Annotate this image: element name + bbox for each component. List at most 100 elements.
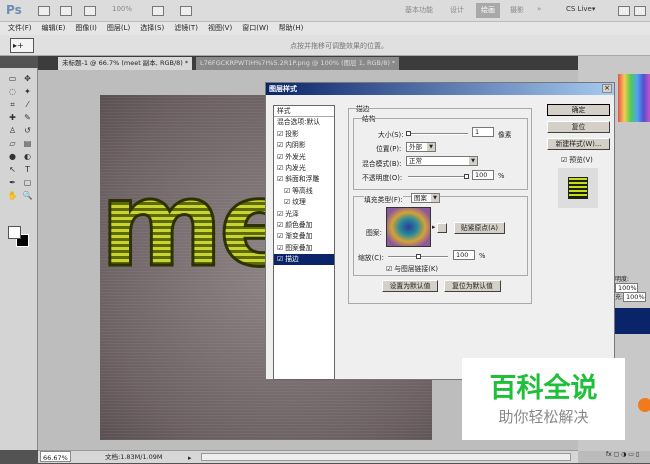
- pattern-picker[interactable]: [386, 207, 431, 247]
- cs-live-button[interactable]: CS Live▾: [566, 5, 595, 13]
- selected-layer-row[interactable]: [615, 308, 650, 334]
- tab-document-2[interactable]: L76FGCKRPWTIH%7I%5.2R1P.png @ 100% (图层 1…: [196, 57, 400, 70]
- size-slider[interactable]: [406, 131, 468, 136]
- workspace-design[interactable]: 设计: [450, 5, 464, 15]
- screen-mode-icon[interactable]: [180, 6, 192, 16]
- zoom-level-select[interactable]: 100%: [112, 5, 132, 13]
- style-item[interactable]: ☑ 外发光: [274, 152, 334, 163]
- reset-to-default-button[interactable]: 复位为默认值: [444, 280, 501, 292]
- gradient-tool-icon[interactable]: ▤: [22, 139, 33, 149]
- tab-document-1[interactable]: 未标题-1 @ 66.7% (meet 副本, RGB/8) *: [58, 57, 193, 70]
- eraser-icon[interactable]: ▱: [7, 139, 18, 149]
- position-label: 位置(P):: [376, 145, 402, 153]
- zoom-tool-icon[interactable]: 🔍: [22, 191, 33, 201]
- menu-filter[interactable]: 滤镜(T): [174, 22, 198, 35]
- style-item[interactable]: ☑ 渐变叠加: [274, 231, 334, 242]
- minimize-button[interactable]: [618, 6, 630, 16]
- menu-edit[interactable]: 编辑(E): [42, 22, 66, 35]
- style-item[interactable]: ☑ 光泽: [274, 209, 334, 220]
- fill-type-select[interactable]: 图案 ▼: [411, 193, 440, 203]
- style-item[interactable]: ☑ 颜色叠加: [274, 220, 334, 231]
- scale-input[interactable]: 100: [453, 250, 475, 260]
- menu-layer[interactable]: 图层(L): [107, 22, 130, 35]
- position-select[interactable]: 外部 ▼: [406, 142, 436, 152]
- style-item[interactable]: ☑ 投影: [274, 129, 334, 140]
- clone-stamp-icon[interactable]: ♙: [7, 126, 18, 136]
- menu-select[interactable]: 选择(S): [140, 22, 164, 35]
- path-select-icon[interactable]: ↖: [7, 165, 18, 175]
- opacity-input[interactable]: 100: [472, 170, 494, 180]
- pen-tool-icon[interactable]: ✒: [7, 178, 18, 188]
- move-tool-icon[interactable]: ✥: [22, 74, 33, 84]
- style-item-label: 渐变叠加: [285, 232, 313, 241]
- more-workspaces-button[interactable]: »: [537, 5, 541, 13]
- feedback-badge-icon[interactable]: [638, 398, 650, 412]
- menu-image[interactable]: 图像(I): [75, 22, 97, 35]
- layer-fill-field[interactable]: 100%: [623, 292, 646, 302]
- styles-header[interactable]: 样式: [274, 106, 334, 118]
- snap-to-origin-button[interactable]: 贴紧原点(A): [454, 222, 505, 234]
- style-preview: [558, 168, 598, 208]
- bridge-icon[interactable]: [38, 6, 50, 16]
- tool-preset-picker[interactable]: ▸+: [10, 38, 34, 53]
- workspace-photography[interactable]: 摄影: [510, 5, 524, 15]
- marquee-tool-icon[interactable]: ▭: [7, 74, 18, 84]
- status-menu-arrow-icon[interactable]: ▸: [188, 452, 192, 464]
- style-item[interactable]: ☑ 等高线: [274, 186, 334, 197]
- reset-button[interactable]: 复位: [547, 121, 610, 133]
- style-item[interactable]: ☑ 内发光: [274, 163, 334, 174]
- arrange-documents-icon[interactable]: [152, 6, 164, 16]
- new-style-button[interactable]: 新建样式(W)...: [547, 138, 610, 150]
- menu-file[interactable]: 文件(F): [8, 22, 32, 35]
- workspace-essentials[interactable]: 基本功能: [405, 5, 433, 15]
- ok-button[interactable]: 确定: [547, 104, 610, 116]
- style-item[interactable]: ☑ 图案叠加: [274, 243, 334, 254]
- style-item[interactable]: ☑ 描边: [274, 254, 334, 266]
- style-item[interactable]: ☑ 纹理: [274, 197, 334, 208]
- crop-tool-icon[interactable]: ⌗: [7, 100, 18, 110]
- make-default-button[interactable]: 设置为默认值: [382, 280, 438, 292]
- minibridge-icon[interactable]: [60, 6, 72, 16]
- blur-tool-icon[interactable]: ●: [7, 152, 18, 162]
- fx-icon[interactable]: fx ▢ ◑ ▭ ▯: [606, 451, 639, 458]
- view-extras-icon[interactable]: [84, 6, 96, 16]
- link-with-layer-checkbox[interactable]: ☑ 与图层链接(K): [386, 263, 438, 273]
- type-tool-icon[interactable]: T: [22, 165, 33, 175]
- menu-help[interactable]: 帮助(H): [279, 22, 304, 35]
- pattern-dropdown-icon[interactable]: ▸: [432, 223, 435, 231]
- healing-brush-icon[interactable]: ✚: [7, 113, 18, 123]
- layers-panel-footer: fx ▢ ◑ ▭ ▯: [578, 451, 650, 463]
- eyedropper-icon[interactable]: ⁄: [22, 100, 33, 110]
- dodge-tool-icon[interactable]: ◐: [22, 152, 33, 162]
- foreground-color-swatch[interactable]: [8, 226, 21, 239]
- horizontal-scrollbar[interactable]: [201, 453, 571, 461]
- lasso-tool-icon[interactable]: ◌: [7, 87, 18, 97]
- close-icon[interactable]: ×: [602, 84, 612, 93]
- menu-window[interactable]: 窗口(W): [242, 22, 268, 35]
- style-item[interactable]: ☑ 内阴影: [274, 140, 334, 151]
- scale-slider[interactable]: [388, 254, 448, 259]
- zoom-field[interactable]: 66.67%: [40, 451, 71, 462]
- brush-tool-icon[interactable]: ✎: [22, 113, 33, 123]
- blending-options-item[interactable]: 混合选项:默认: [274, 117, 334, 128]
- hand-tool-icon[interactable]: ✋: [7, 191, 18, 201]
- opacity-unit: %: [498, 172, 505, 180]
- opacity-slider[interactable]: [408, 174, 469, 179]
- magic-wand-icon[interactable]: ✦: [22, 87, 33, 97]
- history-brush-icon[interactable]: ↺: [22, 126, 33, 136]
- style-item-label: 光泽: [285, 209, 299, 218]
- workspace-painting[interactable]: 绘画: [476, 3, 500, 18]
- dialog-title: 图层样式: [266, 83, 614, 95]
- blend-mode-select[interactable]: 正常 ▼: [406, 156, 478, 166]
- size-input[interactable]: 1: [472, 127, 494, 137]
- preview-checkbox[interactable]: ☑ 预览(V): [561, 154, 593, 164]
- new-preset-from-pattern-icon[interactable]: [437, 223, 447, 233]
- shape-tool-icon[interactable]: ▢: [22, 178, 33, 188]
- watermark: 百科全说 助你轻松解决: [462, 358, 625, 440]
- swatches-panel[interactable]: [618, 74, 650, 122]
- opacity-label: 明度:: [615, 276, 630, 283]
- menu-view[interactable]: 视图(V): [208, 22, 232, 35]
- style-item[interactable]: ☑ 斜面和浮雕: [274, 174, 334, 185]
- maximize-button[interactable]: [634, 6, 646, 16]
- blend-mode-label: 混合模式(B):: [362, 160, 402, 168]
